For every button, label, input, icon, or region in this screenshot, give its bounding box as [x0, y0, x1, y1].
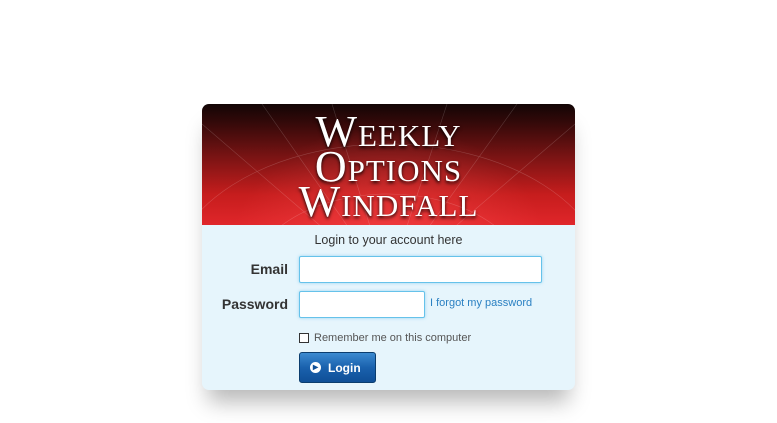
remember-me-label: Remember me on this computer	[314, 332, 472, 344]
forgot-password-link[interactable]: I forgot my password	[430, 297, 532, 309]
password-label: Password	[221, 296, 288, 312]
logo-line-3: Windfall	[298, 177, 479, 226]
login-button-label: Login	[328, 360, 361, 375]
password-field[interactable]	[299, 291, 425, 318]
remember-me[interactable]: Remember me on this computer	[299, 332, 471, 344]
login-button[interactable]: ▸ Login	[299, 352, 376, 383]
remember-me-checkbox[interactable]	[299, 333, 309, 343]
logo: Weekly Options Windfall	[202, 110, 575, 226]
arrow-right-circle-icon: ▸	[310, 362, 321, 373]
logo-banner: Weekly Options Windfall	[202, 104, 575, 225]
login-subtitle: Login to your account here	[314, 233, 463, 247]
login-card: Weekly Options Windfall Login to your ac…	[202, 104, 575, 390]
email-label: Email	[250, 261, 288, 277]
email-field[interactable]	[299, 256, 542, 283]
